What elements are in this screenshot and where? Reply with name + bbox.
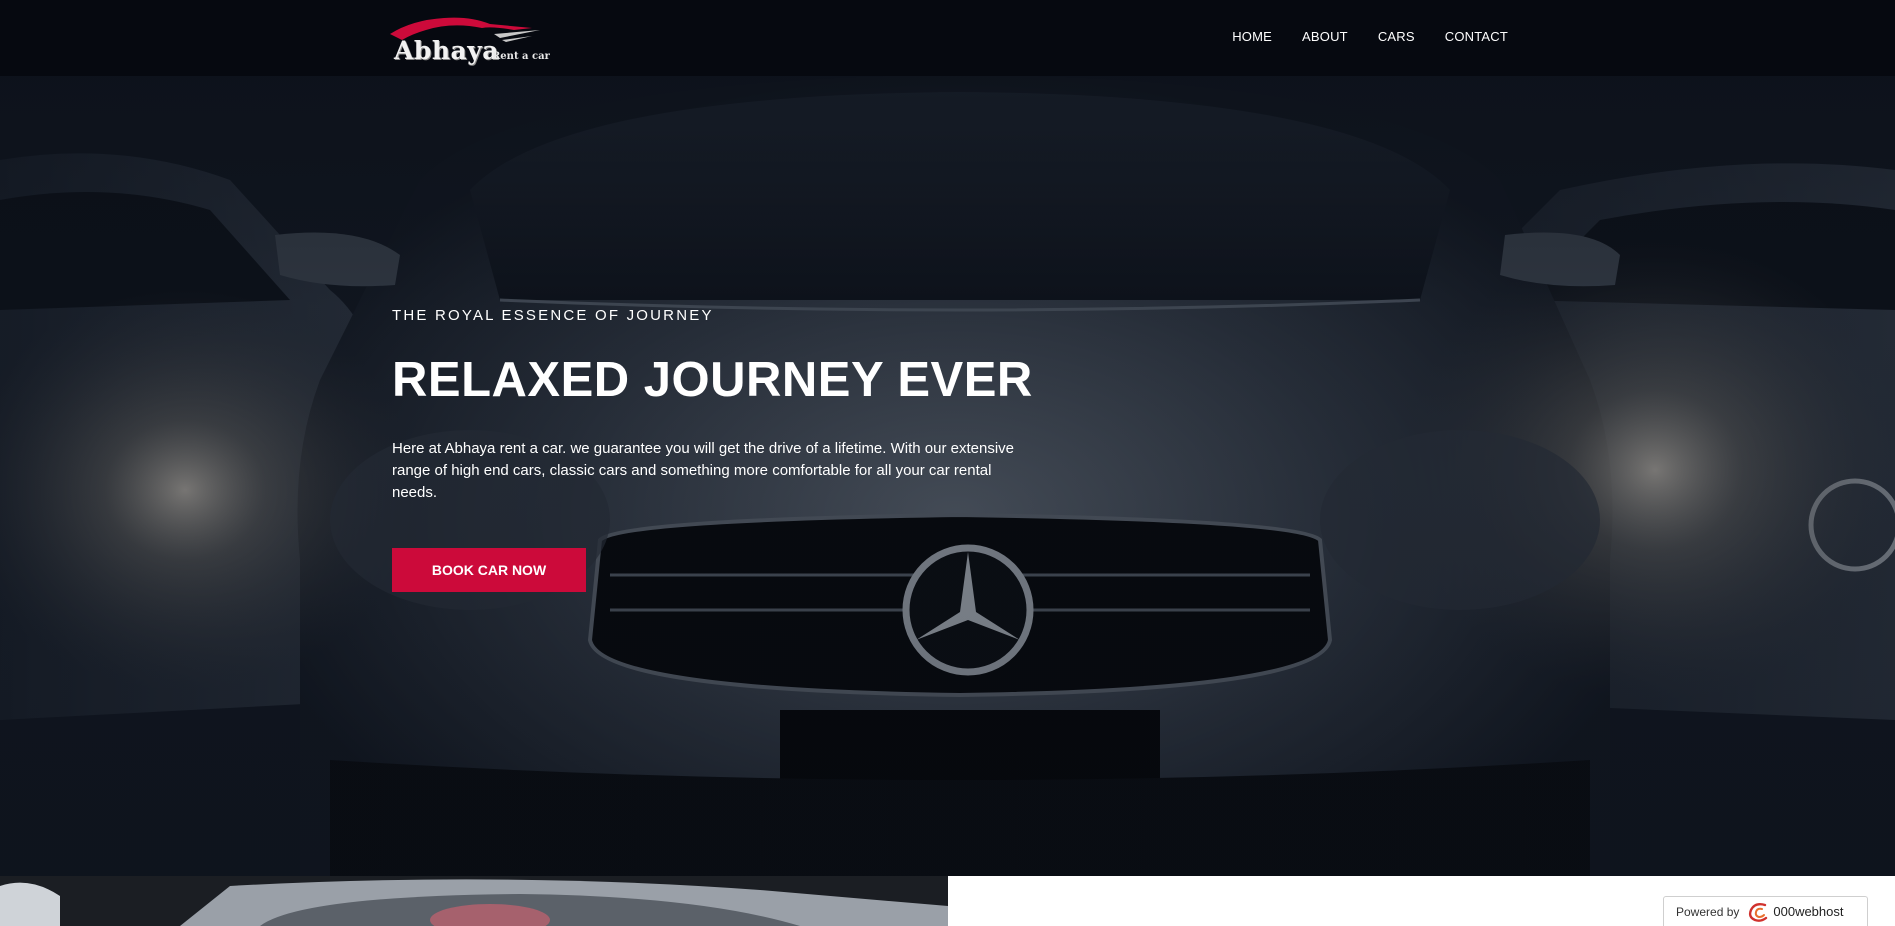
hero-headline: RELAXED JOURNEY EVER (392, 353, 1033, 407)
nav-item-cars[interactable]: CARS (1378, 28, 1415, 46)
site-header: Abhaya Rent a car HOME ABOUT CARS CONTAC… (0, 0, 1895, 76)
nav-item-contact[interactable]: CONTACT (1445, 28, 1508, 46)
brand-tagline: Rent a car (492, 51, 550, 62)
nav-item-about[interactable]: ABOUT (1302, 28, 1348, 46)
book-car-now-button[interactable]: BOOK CAR NOW (392, 548, 586, 592)
host-name: 000webhost (1773, 904, 1844, 919)
nav-item-home[interactable]: HOME (1232, 28, 1272, 46)
hero-description: Here at Abhaya rent a car. we guarantee … (392, 440, 1014, 501)
powered-by-badge[interactable]: Powered by 000webhost (1663, 896, 1868, 926)
brand-name: Abhaya (394, 36, 499, 65)
car-interior-image (0, 876, 948, 926)
000webhost-logo-icon (1749, 902, 1768, 922)
brand-logo[interactable]: Abhaya Rent a car (382, 12, 552, 65)
powered-by-label: Powered by (1676, 904, 1740, 919)
feature-image (0, 876, 948, 926)
hero-section: Abhaya Rent a car HOME ABOUT CARS CONTAC… (0, 0, 1895, 876)
hero-eyebrow: THE ROYAL ESSENCE OF JOURNEY (392, 307, 714, 324)
hero-content: THE ROYAL ESSENCE OF JOURNEY RELAXED JOU… (392, 306, 1042, 592)
main-nav: HOME ABOUT CARS CONTACT (1232, 28, 1508, 46)
